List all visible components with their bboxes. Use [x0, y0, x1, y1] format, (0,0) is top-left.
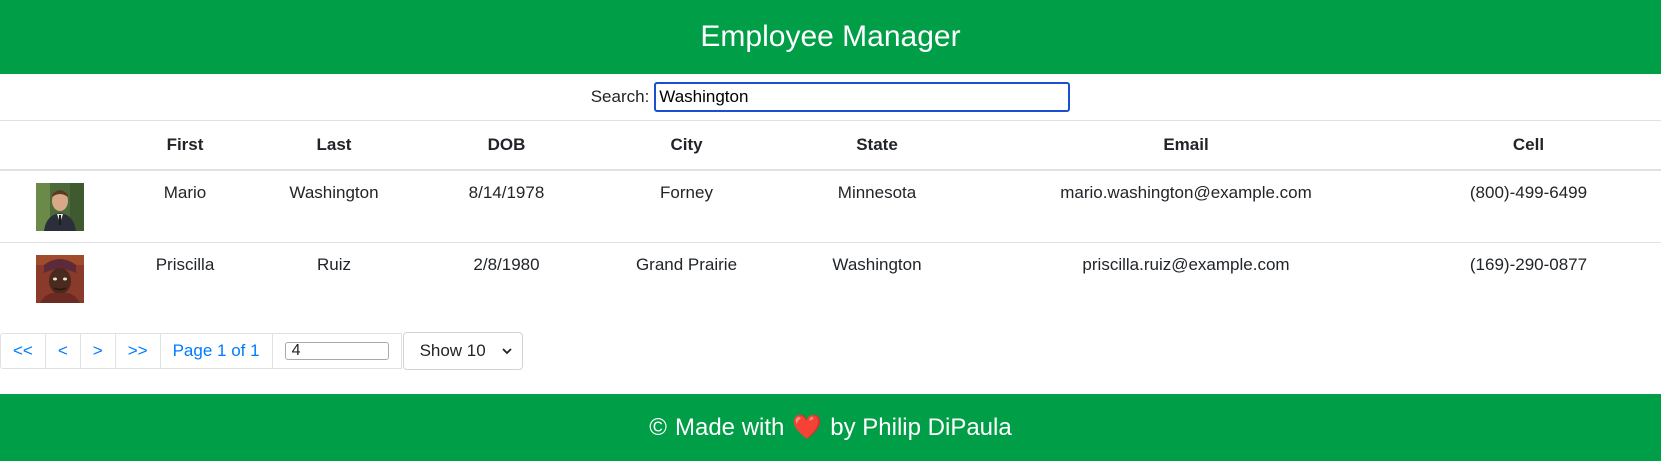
cell-state: Washington	[832, 254, 922, 274]
pagination: << < > >> Page 1 of 1 Show 10	[0, 332, 523, 370]
table-row: Mario Washington 8/14/1978 Forney Minnes…	[0, 170, 1661, 243]
column-header-dob[interactable]: DOB	[418, 121, 595, 171]
photo-cell	[0, 170, 120, 243]
cell-cell: (800)-499-6499	[1396, 170, 1661, 243]
cell-city: Forney	[595, 170, 778, 243]
app-header: Employee Manager	[0, 0, 1661, 74]
cell-email: mario.washington@example.com	[976, 170, 1396, 243]
copyright-symbol: ©	[649, 413, 667, 441]
cell-state: Minnesota	[778, 170, 976, 243]
cell-last: Ruiz	[316, 254, 351, 274]
column-header-image	[0, 121, 120, 171]
footer-made-with: Made with	[674, 413, 785, 441]
search-bar: Search:	[0, 74, 1661, 121]
column-header-last[interactable]: Last	[250, 121, 418, 171]
cell-dob: 8/14/1978	[418, 170, 595, 243]
next-page-button[interactable]: >	[79, 333, 116, 369]
cell-first: Priscilla	[155, 254, 215, 274]
first-page-button[interactable]: <<	[0, 333, 46, 369]
footer-author: by Philip DiPaula	[830, 413, 1012, 441]
column-header-state[interactable]: State	[778, 121, 976, 171]
last-page-button[interactable]: >>	[114, 333, 161, 369]
cell-email: priscilla.ruiz@example.com	[1082, 254, 1290, 274]
cell-city: Grand Prairie	[635, 254, 738, 274]
page-size-value: Show 10	[419, 341, 486, 360]
search-label: Search:	[590, 87, 650, 106]
column-header-cell[interactable]: Cell	[1396, 121, 1661, 171]
app-title: Employee Manager	[700, 20, 961, 53]
page-jump-input[interactable]	[284, 342, 389, 360]
column-header-first[interactable]: First	[120, 121, 250, 171]
employee-photo	[36, 183, 84, 231]
photo-cell	[0, 242, 120, 314]
table-row: Priscilla Ruiz 2/8/1980 Grand Prairie Wa…	[0, 242, 1661, 314]
employee-table: First Last DOB City State Email Cell Mar…	[0, 121, 1661, 314]
prev-page-button[interactable]: <	[44, 333, 81, 369]
table-header-row: First Last DOB City State Email Cell	[0, 121, 1661, 171]
search-input[interactable]	[654, 82, 1071, 112]
cell-last: Washington	[250, 170, 418, 243]
cell-first: Mario	[120, 170, 250, 243]
cell-cell: (169)-290-0877	[1469, 254, 1588, 274]
employee-photo	[36, 254, 84, 303]
cell-dob: 2/8/1980	[473, 254, 540, 274]
column-header-email[interactable]: Email	[976, 121, 1396, 171]
page-size-select[interactable]: Show 10	[402, 332, 523, 370]
chevron-down-icon	[501, 347, 512, 354]
column-header-city[interactable]: City	[595, 121, 778, 171]
app-footer: © Made with ❤️ by Philip DiPaula	[0, 394, 1661, 461]
page-jump-cell	[271, 333, 402, 369]
page-info: Page 1 of 1	[159, 333, 273, 369]
heart-icon: ❤️	[792, 414, 823, 441]
